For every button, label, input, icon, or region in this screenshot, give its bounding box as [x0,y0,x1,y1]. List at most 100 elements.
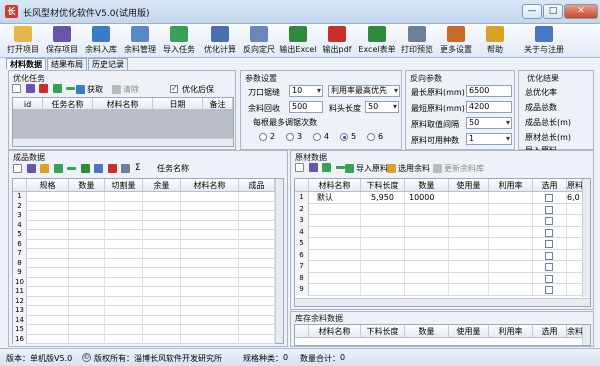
table-cell[interactable] [105,325,143,335]
table-cell[interactable] [27,258,69,268]
task-col-header[interactable]: 备注 [203,98,233,109]
select-checkbox[interactable] [545,205,553,214]
table-cell[interactable] [239,306,275,316]
table-cell[interactable] [489,249,533,261]
table-cell[interactable] [69,296,105,306]
table-cell[interactable] [69,315,105,325]
table-cell[interactable] [405,226,449,238]
stock-col-header[interactable]: 下料长度 [361,325,405,337]
remove-icon[interactable] [66,87,76,90]
select-checkbox[interactable] [545,251,553,260]
table-cell[interactable] [405,215,449,226]
raw-col-header[interactable]: 利用率 [489,179,533,191]
table-cell[interactable] [105,201,143,211]
table-row[interactable]: 1 [13,192,275,202]
toolbar-button-11[interactable]: 更多设置 [437,25,475,57]
table-cell[interactable]: 10000 [405,192,449,203]
table-row[interactable]: 9 [295,284,583,296]
table-cell[interactable] [405,261,449,272]
task-col-header[interactable]: id [13,98,43,109]
table-cell[interactable] [143,325,181,335]
table-cell[interactable] [143,192,181,202]
table-cell[interactable] [105,315,143,325]
table-row[interactable]: 16 [13,334,275,344]
table-cell[interactable] [105,239,143,249]
product-col-header[interactable]: 材料名称 [181,179,239,191]
table-cell[interactable] [69,239,105,249]
table-cell[interactable]: 5,950 [361,192,405,203]
select-checkbox[interactable] [545,217,553,225]
open-icon[interactable] [40,163,50,173]
task-col-header[interactable]: 日期 [153,98,203,109]
table-cell[interactable] [239,230,275,240]
table-row[interactable]: 10 [13,277,275,287]
strategy-select[interactable]: 利用率最高优先 [328,85,400,97]
table-cell[interactable] [533,261,567,272]
table-cell[interactable] [567,272,583,284]
toolbar-button-6[interactable]: 反向定尺 [240,25,278,57]
raw-grid[interactable]: 材料名称 下料长度 数量 使用量 利用率 选用 原料 1 默认 5,950 10000 6,0 2 3 4… [294,178,591,307]
table-cell[interactable] [181,239,239,249]
select-checkbox[interactable] [545,194,553,202]
table-cell[interactable] [69,306,105,316]
table-cell[interactable] [143,306,181,316]
table-cell[interactable] [449,215,489,226]
table-cell[interactable] [533,284,567,295]
product-col-header[interactable]: 规格 [27,179,69,191]
table-row[interactable]: 6 [295,249,583,261]
tab-result-layout[interactable]: 结果布局 [47,58,87,70]
new-icon[interactable] [295,163,304,172]
table-cell[interactable] [239,249,275,259]
table-cell[interactable] [105,334,143,344]
table-cell[interactable] [181,296,239,306]
raw-col-header[interactable]: 选用 [533,179,567,191]
table-cell[interactable] [449,261,489,272]
table-cell[interactable] [449,226,489,238]
table-cell[interactable] [105,268,143,278]
raw-col-header[interactable]: 数量 [405,179,449,191]
close-button[interactable]: ✕ [564,4,598,19]
table-cell[interactable] [143,201,181,211]
import-raw-button[interactable]: 导入原料 [345,163,388,174]
table-cell[interactable] [143,220,181,230]
after-optimize-checkbox[interactable]: ✓ [170,84,178,93]
refresh-icon[interactable] [121,163,131,173]
table-cell[interactable] [361,226,405,238]
table-cell[interactable] [405,284,449,295]
add-icon[interactable] [52,84,62,93]
excel-icon[interactable] [80,163,90,173]
raw-col-header[interactable]: 材料名称 [309,179,361,191]
table-cell[interactable] [27,201,69,211]
task-hscroll[interactable] [13,138,233,146]
save-icon[interactable] [25,84,35,93]
table-cell[interactable] [361,203,405,215]
table-cell[interactable] [239,220,275,230]
raw-hscroll[interactable] [295,298,590,306]
table-cell[interactable] [239,201,275,211]
table-row[interactable]: 7 [295,261,583,273]
table-cell[interactable] [239,296,275,306]
table-cell[interactable] [239,268,275,278]
toolbar-button-5[interactable]: 优化计算 [201,25,239,57]
raw-vscroll[interactable] [582,179,590,297]
table-cell[interactable] [533,226,567,238]
table-cell[interactable]: 默认 [309,192,361,203]
toolbar-button-2[interactable]: 余料入库 [82,25,120,57]
table-cell[interactable] [489,261,533,272]
table-cell[interactable] [181,230,239,240]
kinds-select[interactable]: 1 [466,133,512,145]
table-cell[interactable] [489,192,533,203]
table-cell[interactable] [27,325,69,335]
table-cell[interactable] [239,239,275,249]
product-grid[interactable]: 规格 数量 切割量 余量 材料名称 成品 1 2 3 4 5 6 7 8 9 10 11 12 13 14 15 16 [12,178,284,344]
sort-asc-icon[interactable] [94,163,104,173]
get-button[interactable]: 获取 [76,84,103,95]
table-cell[interactable] [143,258,181,268]
product-col-header[interactable]: 数量 [69,179,105,191]
table-cell[interactable] [105,220,143,230]
table-cell[interactable] [489,226,533,238]
table-cell[interactable] [239,287,275,297]
table-cell[interactable] [449,238,489,249]
table-cell[interactable] [27,192,69,202]
toolbar-button-3[interactable]: 余料管理 [121,25,159,57]
